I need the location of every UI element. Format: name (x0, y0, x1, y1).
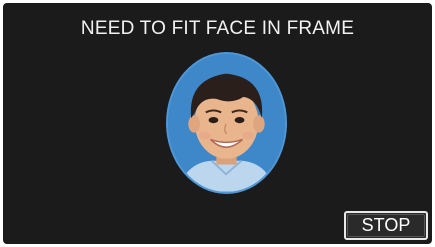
stop-button[interactable]: STOP (344, 211, 428, 240)
instruction-message: NEED TO FIT FACE IN FRAME (80, 18, 355, 39)
face-frame (166, 52, 287, 194)
camera-screen: NEED TO FIT FACE IN FRAME STOP (3, 3, 432, 244)
face-photo-icon (168, 54, 285, 192)
